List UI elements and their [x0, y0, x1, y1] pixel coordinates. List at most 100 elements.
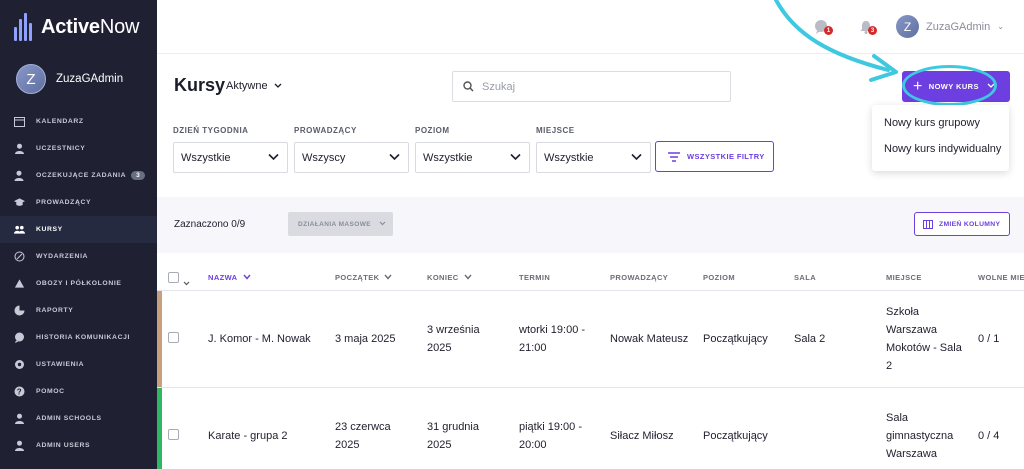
person-icon — [14, 440, 25, 451]
all-filters-label: WSZYSTKIE FILTRY — [687, 152, 765, 161]
filter-group: PROWADZĄCY Wszyscy — [294, 126, 409, 173]
change-columns-label: ZMIEŃ KOLUMNY — [939, 220, 1001, 228]
cell-text: Początkujący — [703, 333, 768, 345]
filter-label: PROWADZĄCY — [294, 126, 357, 135]
sidebar-item-label: OCZEKUJĄCE ZADANIA — [36, 172, 127, 179]
column-header[interactable]: SALA — [794, 273, 816, 282]
column-header[interactable]: MIEJSCE — [886, 273, 922, 282]
cell-text: 31 grudnia — [427, 421, 479, 433]
table-cell-start: 23 czerwca 2025 — [335, 418, 391, 454]
chevron-down-icon — [987, 82, 995, 91]
select-all-checkbox[interactable] — [168, 272, 179, 283]
sidebar-item-admin-users[interactable]: ADMIN USERS — [0, 432, 157, 459]
table-cell-instructor: Nowak Mateusz — [610, 330, 688, 348]
change-columns-button[interactable]: ZMIEŃ KOLUMNY — [914, 212, 1010, 236]
table-cell-level: Początkujący — [703, 330, 768, 348]
filter-select[interactable]: Wszystkie — [415, 142, 530, 173]
cell-text: Warszawa — [886, 448, 937, 460]
column-header-label: POZIOM — [703, 273, 735, 282]
search-input[interactable] — [482, 80, 712, 93]
cell-text: 0 / 1 — [978, 333, 1000, 345]
status-select[interactable]: Aktywne — [226, 80, 282, 92]
sidebar-item-ustawienia[interactable]: USTAWIENIA — [0, 351, 157, 378]
chevron-down-icon[interactable] — [183, 273, 190, 291]
table-cell-term: wtorki 19:00 - 21:00 — [519, 321, 585, 357]
sidebar-item-kursy[interactable]: KURSY — [0, 216, 157, 243]
sidebar-item-label: KURSY — [36, 226, 63, 233]
sidebar-item-kalendarz[interactable]: KALENDARZ — [0, 108, 157, 135]
sidebar-item-label: KALENDARZ — [36, 118, 84, 125]
chat-icon — [14, 332, 25, 343]
chevron-down-icon — [274, 82, 282, 91]
sidebar-item-oczekujące-zadania[interactable]: OCZEKUJĄCE ZADANIA 3 — [0, 162, 157, 189]
column-header[interactable]: PROWADZĄCY — [610, 273, 668, 282]
sidebar-item-raporty[interactable]: RAPORTY — [0, 297, 157, 324]
sidebar-item-admin-schools[interactable]: ADMIN SCHOOLS — [0, 405, 157, 432]
plus-icon: + — [913, 77, 923, 95]
chevron-down-icon — [389, 152, 400, 164]
sidebar-nav: KALENDARZ UCZESTNICY OCZEKUJĄCE ZADANIA 3 PR… — [0, 108, 157, 459]
sidebar-item-label: HISTORIA KOMUNIKACJI — [36, 334, 130, 341]
sidebar-item-label: POMOC — [36, 388, 65, 395]
filter-label: DZIEŃ TYGODNIA — [173, 126, 249, 135]
column-header-label: MIEJSCE — [886, 273, 922, 282]
task-person-icon — [14, 170, 25, 181]
cell-text: Siłacz Miłosz — [610, 430, 674, 442]
sidebar-item-uczestnicy[interactable]: UCZESTNICY — [0, 135, 157, 162]
graduation-cap-icon — [14, 197, 25, 208]
mass-actions-label: DZIAŁANIA MASOWE — [298, 220, 371, 228]
filter-label: POZIOM — [415, 126, 450, 135]
column-header[interactable]: POCZĄTEK — [335, 273, 392, 282]
mass-actions-button[interactable]: DZIAŁANIA MASOWE — [288, 212, 393, 236]
column-header-label: POCZĄTEK — [335, 273, 380, 282]
group-icon — [14, 224, 25, 235]
column-header[interactable]: NAZWA — [208, 273, 251, 282]
cell-text: Karate - grupa 2 — [208, 430, 288, 442]
cell-text: 2025 — [335, 439, 360, 451]
sidebar-item-label: OBOZY I PÓŁKOLONIE — [36, 280, 122, 287]
chevron-down-icon — [464, 273, 472, 282]
row-checkbox[interactable] — [168, 332, 179, 343]
event-icon — [14, 251, 25, 262]
all-filters-button[interactable]: WSZYSTKIE FILTRY — [655, 141, 774, 172]
sidebar-item-label: PROWADZĄCY — [36, 199, 92, 206]
chevron-down-icon: ⌄ — [997, 22, 1004, 31]
table-cell-free: 0 / 4 — [978, 427, 999, 445]
sidebar-item-pomoc[interactable]: ? POMOC — [0, 378, 157, 405]
cell-text: J. Komor - M. Nowak — [208, 333, 311, 345]
new-course-label: NOWY KURS — [928, 82, 979, 91]
column-header[interactable]: TERMIN — [519, 273, 550, 282]
menu-item-group-course[interactable]: Nowy kurs grupowy — [872, 117, 1009, 143]
filter-select[interactable]: Wszystkie — [536, 142, 651, 173]
app-logo[interactable]: ActiveNow — [14, 12, 139, 42]
new-course-button[interactable]: + NOWY KURS — [902, 71, 1010, 102]
table-cell-name[interactable]: J. Komor - M. Nowak — [208, 330, 311, 348]
sidebar-user[interactable]: Z ZuzaGAdmin — [16, 64, 123, 94]
sidebar-item-historia-komunikacji[interactable]: HISTORIA KOMUNIKACJI — [0, 324, 157, 351]
calendar-icon — [14, 116, 25, 127]
column-header[interactable]: KONIEC — [427, 273, 472, 282]
search-box[interactable] — [452, 71, 731, 102]
row-color-strip — [157, 291, 162, 387]
column-header-label: NAZWA — [208, 273, 238, 282]
filter-icon — [668, 151, 680, 162]
tent-icon — [14, 278, 25, 289]
table-cell-name[interactable]: Karate - grupa 2 — [208, 427, 288, 445]
menu-item-individual-course[interactable]: Nowy kurs indywidualny — [872, 143, 1009, 169]
filter-select[interactable]: Wszyscy — [294, 142, 409, 173]
cell-text: 0 / 4 — [978, 430, 1000, 442]
column-header[interactable]: WOLNE MIE — [978, 273, 1024, 282]
column-header-label: WOLNE MIE — [978, 273, 1024, 282]
sidebar-item-obozy-i-półkolonie[interactable]: OBOZY I PÓŁKOLONIE — [0, 270, 157, 297]
sidebar-item-prowadzący[interactable]: PROWADZĄCY — [0, 189, 157, 216]
sidebar-item-label: USTAWIENIA — [36, 361, 85, 368]
chevron-down-icon — [268, 152, 279, 164]
cell-text: gimnastyczna — [886, 430, 954, 442]
filter-select[interactable]: Wszystkie — [173, 142, 288, 173]
row-checkbox[interactable] — [168, 429, 179, 440]
filter-label: MIEJSCE — [536, 126, 575, 135]
sidebar-item-wydarzenia[interactable]: WYDARZENIA — [0, 243, 157, 270]
table-cell-place: Sala gimnastyczna Warszawa — [886, 409, 953, 463]
filter-group: POZIOM Wszystkie — [415, 126, 530, 173]
column-header[interactable]: POZIOM — [703, 273, 735, 282]
